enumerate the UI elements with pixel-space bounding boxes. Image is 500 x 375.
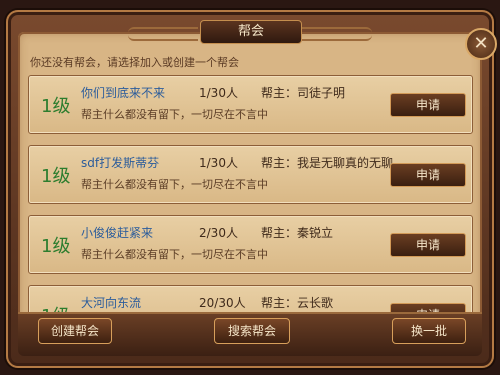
panel-title: 帮会 [200, 20, 302, 44]
guild-name: 你们到底来不来 [81, 86, 166, 100]
guild-row: 1级 sdf打发斯蒂芬 1/30人 帮主：我是无聊真的无聊 帮主什么都没有留下，… [28, 145, 473, 204]
apply-button[interactable]: 申请 [390, 93, 466, 117]
guild-name: 大河向东流 [81, 296, 142, 310]
guild-name: sdf打发斯蒂芬 [81, 156, 160, 170]
search-guild-button[interactable]: 搜索帮会 [214, 318, 290, 344]
guild-member-count: 1/30人 [199, 86, 238, 100]
apply-button[interactable]: 申请 [390, 233, 466, 257]
guild-description: 帮主什么都没有留下，一切尽在不言中 [81, 248, 268, 261]
guild-row: 1级 小俊俊赶紧来 2/30人 帮主：秦锐立 帮主什么都没有留下，一切尽在不言中… [28, 215, 473, 274]
no-guild-hint: 你还没有帮会，请选择加入或创建一个帮会 [30, 56, 239, 69]
guild-leader: 帮主：我是无聊真的无聊 [261, 156, 394, 170]
guild-level: 1级 [41, 96, 71, 117]
guild-row: 1级 你们到底来不来 1/30人 帮主：司徒子明 帮主什么都没有留下，一切尽在不… [28, 75, 473, 134]
guild-leader: 帮主：云长歌 [261, 296, 334, 310]
close-button[interactable]: ✕ [465, 28, 497, 60]
apply-button[interactable]: 申请 [390, 163, 466, 187]
title-ornament-right [302, 27, 372, 41]
guild-leader: 帮主：司徒子明 [261, 86, 346, 100]
guild-member-count: 1/30人 [199, 156, 238, 170]
close-icon: ✕ [473, 33, 489, 54]
title-ornament-left [128, 27, 198, 41]
guild-description: 帮主什么都没有留下，一切尽在不言中 [81, 108, 268, 121]
guild-name: 小俊俊赶紧来 [81, 226, 154, 240]
guild-level: 1级 [41, 236, 71, 257]
refresh-list-button[interactable]: 换一批 [392, 318, 466, 344]
create-guild-button[interactable]: 创建帮会 [38, 318, 112, 344]
guild-member-count: 2/30人 [199, 226, 238, 240]
guild-list[interactable]: 1级 你们到底来不来 1/30人 帮主：司徒子明 帮主什么都没有留下，一切尽在不… [28, 75, 473, 317]
guild-member-count: 20/30人 [199, 296, 246, 310]
guild-level: 1级 [41, 166, 71, 187]
guild-leader: 帮主：秦锐立 [261, 226, 334, 240]
guild-description: 帮主什么都没有留下，一切尽在不言中 [81, 178, 268, 191]
